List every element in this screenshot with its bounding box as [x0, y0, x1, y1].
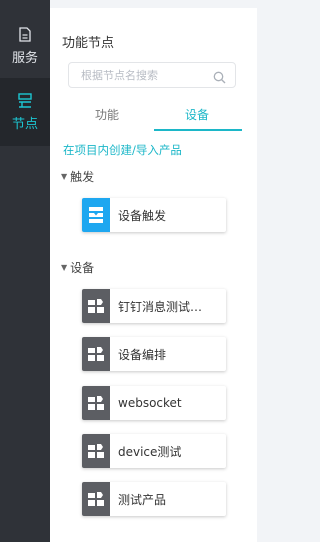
node-label: websocket	[118, 396, 182, 410]
rail-item-service[interactable]: 服务	[0, 12, 50, 80]
document-icon	[19, 27, 31, 43]
device-icon	[82, 434, 110, 468]
trigger-icon	[82, 198, 110, 232]
node-card-device-orchestration[interactable]: 设备编排	[82, 337, 226, 371]
search-box	[68, 62, 236, 88]
caret-down-icon: ▼	[61, 172, 68, 181]
section-trigger-header[interactable]: ▼ 触发	[61, 168, 94, 185]
node-card-device-test[interactable]: device测试	[82, 434, 226, 468]
tab-function[interactable]: 功能	[62, 100, 152, 130]
node-card-dingtalk-test[interactable]: 钉钉消息测试…	[82, 289, 226, 323]
search-input[interactable]	[79, 67, 213, 83]
node-panel: 功能节点 功能 设备 在项目内创建/导入产品 ▼ 触发 设备触发 ▼	[50, 8, 257, 542]
caret-down-icon: ▼	[61, 263, 68, 272]
search-icon[interactable]	[213, 69, 226, 88]
section-title: 触发	[70, 170, 95, 184]
rail-item-nodes[interactable]: 节点	[0, 78, 50, 146]
device-icon	[82, 386, 110, 420]
rail-item-label: 节点	[11, 116, 38, 132]
nodes-icon	[18, 93, 32, 109]
rail-item-label: 服务	[11, 50, 38, 66]
node-card-device-trigger[interactable]: 设备触发	[82, 198, 226, 232]
device-icon	[82, 337, 110, 371]
node-label: 测试产品	[118, 492, 167, 507]
panel-title: 功能节点	[62, 36, 115, 51]
device-icon	[82, 289, 110, 323]
node-card-test-product[interactable]: 测试产品	[82, 482, 226, 516]
left-rail: 服务 节点	[0, 0, 50, 542]
node-label: 设备触发	[118, 208, 167, 223]
node-card-websocket[interactable]: websocket	[82, 386, 226, 420]
node-label: 设备编排	[118, 347, 167, 362]
device-icon	[82, 482, 110, 516]
tab-active-indicator	[154, 129, 242, 131]
tab-device[interactable]: 设备	[152, 100, 242, 130]
create-import-product-link[interactable]: 在项目内创建/导入产品	[63, 142, 182, 158]
node-label: device测试	[118, 444, 182, 459]
node-label: 钉钉消息测试…	[118, 299, 203, 314]
section-title: 设备	[70, 261, 95, 275]
tab-bar: 功能 设备	[62, 100, 242, 132]
section-device-header[interactable]: ▼ 设备	[61, 259, 94, 276]
